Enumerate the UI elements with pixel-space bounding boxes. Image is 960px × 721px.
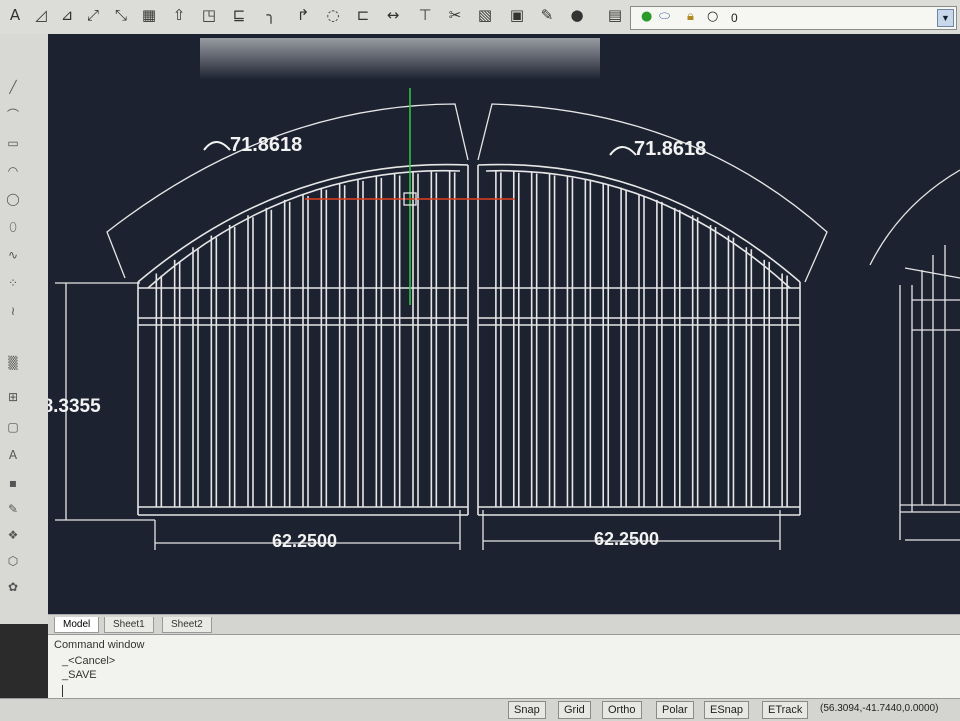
cloud-icon[interactable]: ✿ — [4, 578, 22, 596]
layer-name: 0 — [731, 11, 738, 25]
chevron-down-icon[interactable]: ▼ — [937, 9, 954, 27]
revcloud-icon[interactable]: ❖ — [4, 526, 22, 544]
tab-sheet1[interactable]: Sheet1 — [104, 617, 154, 633]
paint-icon[interactable]: ✎ — [536, 4, 558, 26]
height-dimension-text: 48.3355 — [48, 396, 101, 417]
arc-dimension-left-text: 71.8618 — [230, 134, 302, 156]
tab-sheet2[interactable]: Sheet2 — [162, 617, 212, 633]
extend-icon[interactable]: ↔ — [382, 4, 404, 26]
circle-icon[interactable]: ◯ — [4, 190, 22, 208]
layer-lock-icon[interactable]: 🔒︎ — [687, 10, 694, 24]
layer-on-icon[interactable]: ● — [641, 10, 652, 24]
layer-freeze-icon[interactable]: ⬭ — [659, 10, 670, 24]
block-icon[interactable]: ▣ — [506, 4, 528, 26]
command-window-title: Command window — [54, 639, 145, 651]
chamfer-icon[interactable]: ↱ — [292, 4, 314, 26]
width-dimension-left-text: 62.2500 — [272, 531, 337, 551]
snap-toggle[interactable]: Snap — [508, 701, 546, 719]
offset-icon[interactable]: ◌ — [322, 4, 344, 26]
move-icon[interactable]: ⇧ — [168, 4, 190, 26]
main-toolbar: A ◿ ⊿ ⤢ ⤡ ▦ ⇧ ◳ ⊑ ╮ ↱ ◌ ⊏ ↔ ⊤ ✂ ▧ ▣ ✎ ● … — [0, 0, 960, 35]
ortho-toggle[interactable]: Ortho — [602, 701, 642, 719]
width-dimension-right-text: 62.2500 — [594, 529, 659, 549]
command-history-line: _SAVE — [62, 669, 97, 681]
tab-model[interactable]: Model — [54, 617, 100, 633]
break-icon[interactable]: ⊏ — [352, 4, 374, 26]
ellipse-icon[interactable]: ⬯ — [4, 218, 22, 236]
esnap-toggle[interactable]: ESnap — [704, 701, 750, 719]
command-history-line: _<Cancel> — [62, 655, 116, 667]
zoom-window-icon[interactable]: ⤢ — [82, 4, 104, 26]
region-icon[interactable]: ▢ — [4, 418, 22, 436]
grid-array-icon[interactable]: ▦ — [138, 4, 160, 26]
wave-icon[interactable]: ≀ — [4, 302, 22, 320]
layout-tabs: Model Sheet1 Sheet2 — [48, 614, 960, 635]
pencil-icon[interactable]: ✎ — [4, 500, 22, 518]
fillet-icon[interactable]: ╮ — [260, 4, 282, 26]
scale-icon[interactable]: ◳ — [198, 4, 220, 26]
coordinate-readout: (56.3094,-41.7440,0.0000) — [820, 703, 939, 714]
gate-drawing: 71.8618 71.8618 48.3355 62.2500 62.2500 — [48, 34, 960, 614]
screen-glare — [200, 38, 600, 80]
spline-icon[interactable]: ∿ — [4, 246, 22, 264]
hatch-fill-icon[interactable]: ▒ — [4, 354, 22, 372]
draw-toolbar: ╱ ⌒ ▭ ◠ ◯ ⬯ ∿ ⁘ ≀ ▒ ⊞ ▢ A ▪ ✎ ❖ ⬡ ✿ — [0, 34, 49, 624]
polygon-icon[interactable]: ⬡ — [4, 552, 22, 570]
line-icon[interactable]: ╱ — [4, 78, 22, 96]
dimension-style-icon[interactable]: ◿ — [30, 4, 52, 26]
drawing-canvas[interactable]: 71.8618 71.8618 48.3355 62.2500 62.2500 — [48, 34, 960, 614]
explode-icon[interactable]: ● — [566, 4, 588, 26]
mtext-icon[interactable]: A — [4, 446, 22, 464]
command-input[interactable] — [62, 685, 863, 697]
layer-dropdown[interactable]: ● ⬭ 🔒︎ ○ 0 ▼ — [630, 6, 957, 30]
etrack-toggle[interactable]: ETrack — [762, 701, 809, 719]
layer-color-icon[interactable]: ○ — [707, 10, 718, 24]
arc-dimension-right-text: 71.8618 — [634, 138, 706, 160]
insert-block-icon[interactable]: ⊞ — [4, 388, 22, 406]
layer-manager-icon[interactable]: ▤ — [604, 4, 626, 26]
hatch-icon[interactable]: ▧ — [474, 4, 496, 26]
status-bar: Snap Grid Ortho Polar ESnap ETrack (56.3… — [0, 698, 960, 721]
grid-toggle[interactable]: Grid — [558, 701, 591, 719]
measure-icon[interactable]: ⊿ — [56, 4, 78, 26]
arc-icon[interactable]: ◠ — [4, 162, 22, 180]
zoom-extents-icon[interactable]: ⤡ — [110, 4, 132, 26]
command-window[interactable]: Command window _<Cancel> _SAVE — [48, 634, 960, 699]
trim-icon[interactable]: ⊤ — [414, 4, 436, 26]
point-icon[interactable]: ⁘ — [4, 274, 22, 292]
align-icon[interactable]: ⊑ — [228, 4, 250, 26]
text-style-icon[interactable]: A — [4, 4, 26, 26]
scissors-icon[interactable]: ✂ — [444, 4, 466, 26]
rectangle-icon[interactable]: ▭ — [4, 134, 22, 152]
polyline-icon[interactable]: ⌒ — [4, 106, 22, 124]
attribute-icon[interactable]: ▪ — [4, 474, 22, 492]
polar-toggle[interactable]: Polar — [656, 701, 694, 719]
